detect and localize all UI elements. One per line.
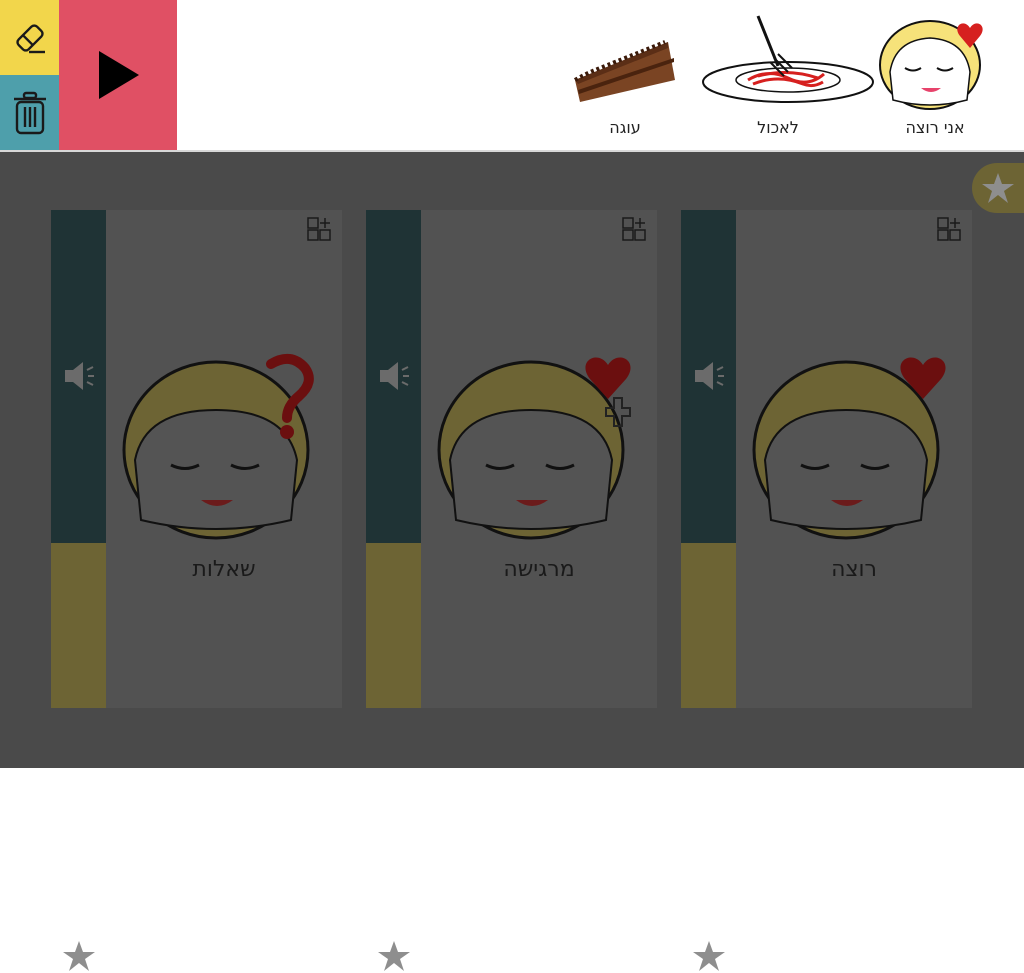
multi-select-icon[interactable]	[936, 216, 962, 242]
multi-select-icon[interactable]	[621, 216, 647, 242]
card-side-panel	[51, 210, 106, 543]
chocolate-cake-icon	[573, 40, 675, 102]
eraser-button[interactable]	[0, 0, 59, 75]
sentence-bar: אני רוצה לאכול עוגה	[0, 0, 1024, 152]
sentence-item-eat[interactable]: לאכול	[698, 10, 874, 140]
delete-all-button[interactable]	[0, 75, 59, 150]
card-side-panel	[366, 210, 421, 543]
girl-heart-icon	[879, 20, 983, 110]
sentence-item-label: אני רוצה	[905, 118, 965, 137]
card-side-favorite	[51, 543, 106, 971]
category-card-want[interactable]: רוצה	[681, 210, 972, 971]
sentence-item-cake[interactable]: עוגה	[545, 10, 705, 140]
star-icon[interactable]	[62, 939, 96, 973]
eraser-icon	[15, 23, 45, 53]
speaker-icon[interactable]	[376, 358, 412, 394]
category-card-questions[interactable]: שאלות	[51, 210, 342, 971]
card-side-panel	[681, 210, 736, 543]
category-panel: רוצה מרגישה שאלות	[0, 152, 1024, 971]
card-label: מרגישה	[503, 557, 575, 582]
card-label: רוצה	[831, 557, 877, 582]
star-icon[interactable]	[377, 939, 411, 973]
sentence-item-label: עוגה	[609, 118, 641, 137]
star-icon[interactable]	[692, 939, 726, 973]
star-icon	[982, 173, 1014, 203]
card-label: שאלות	[192, 557, 256, 582]
play-icon	[99, 51, 139, 99]
girl-heart-icon	[437, 357, 631, 540]
trash-icon	[13, 91, 46, 134]
multi-select-icon[interactable]	[306, 216, 332, 242]
card-side-favorite	[681, 543, 736, 971]
spaghetti-plate-icon	[702, 15, 874, 103]
sentence-item-label: לאכול	[757, 118, 799, 137]
card-side-favorite	[366, 543, 421, 971]
sentence-item-want[interactable]: אני רוצה	[855, 10, 1015, 140]
play-button[interactable]	[59, 0, 177, 150]
girl-question-icon	[122, 353, 314, 540]
speaker-icon[interactable]	[61, 358, 97, 394]
category-card-feel[interactable]: מרגישה	[366, 210, 657, 971]
girl-heart-icon	[752, 357, 946, 540]
favorites-tab[interactable]	[972, 163, 1024, 213]
speaker-icon[interactable]	[691, 358, 727, 394]
